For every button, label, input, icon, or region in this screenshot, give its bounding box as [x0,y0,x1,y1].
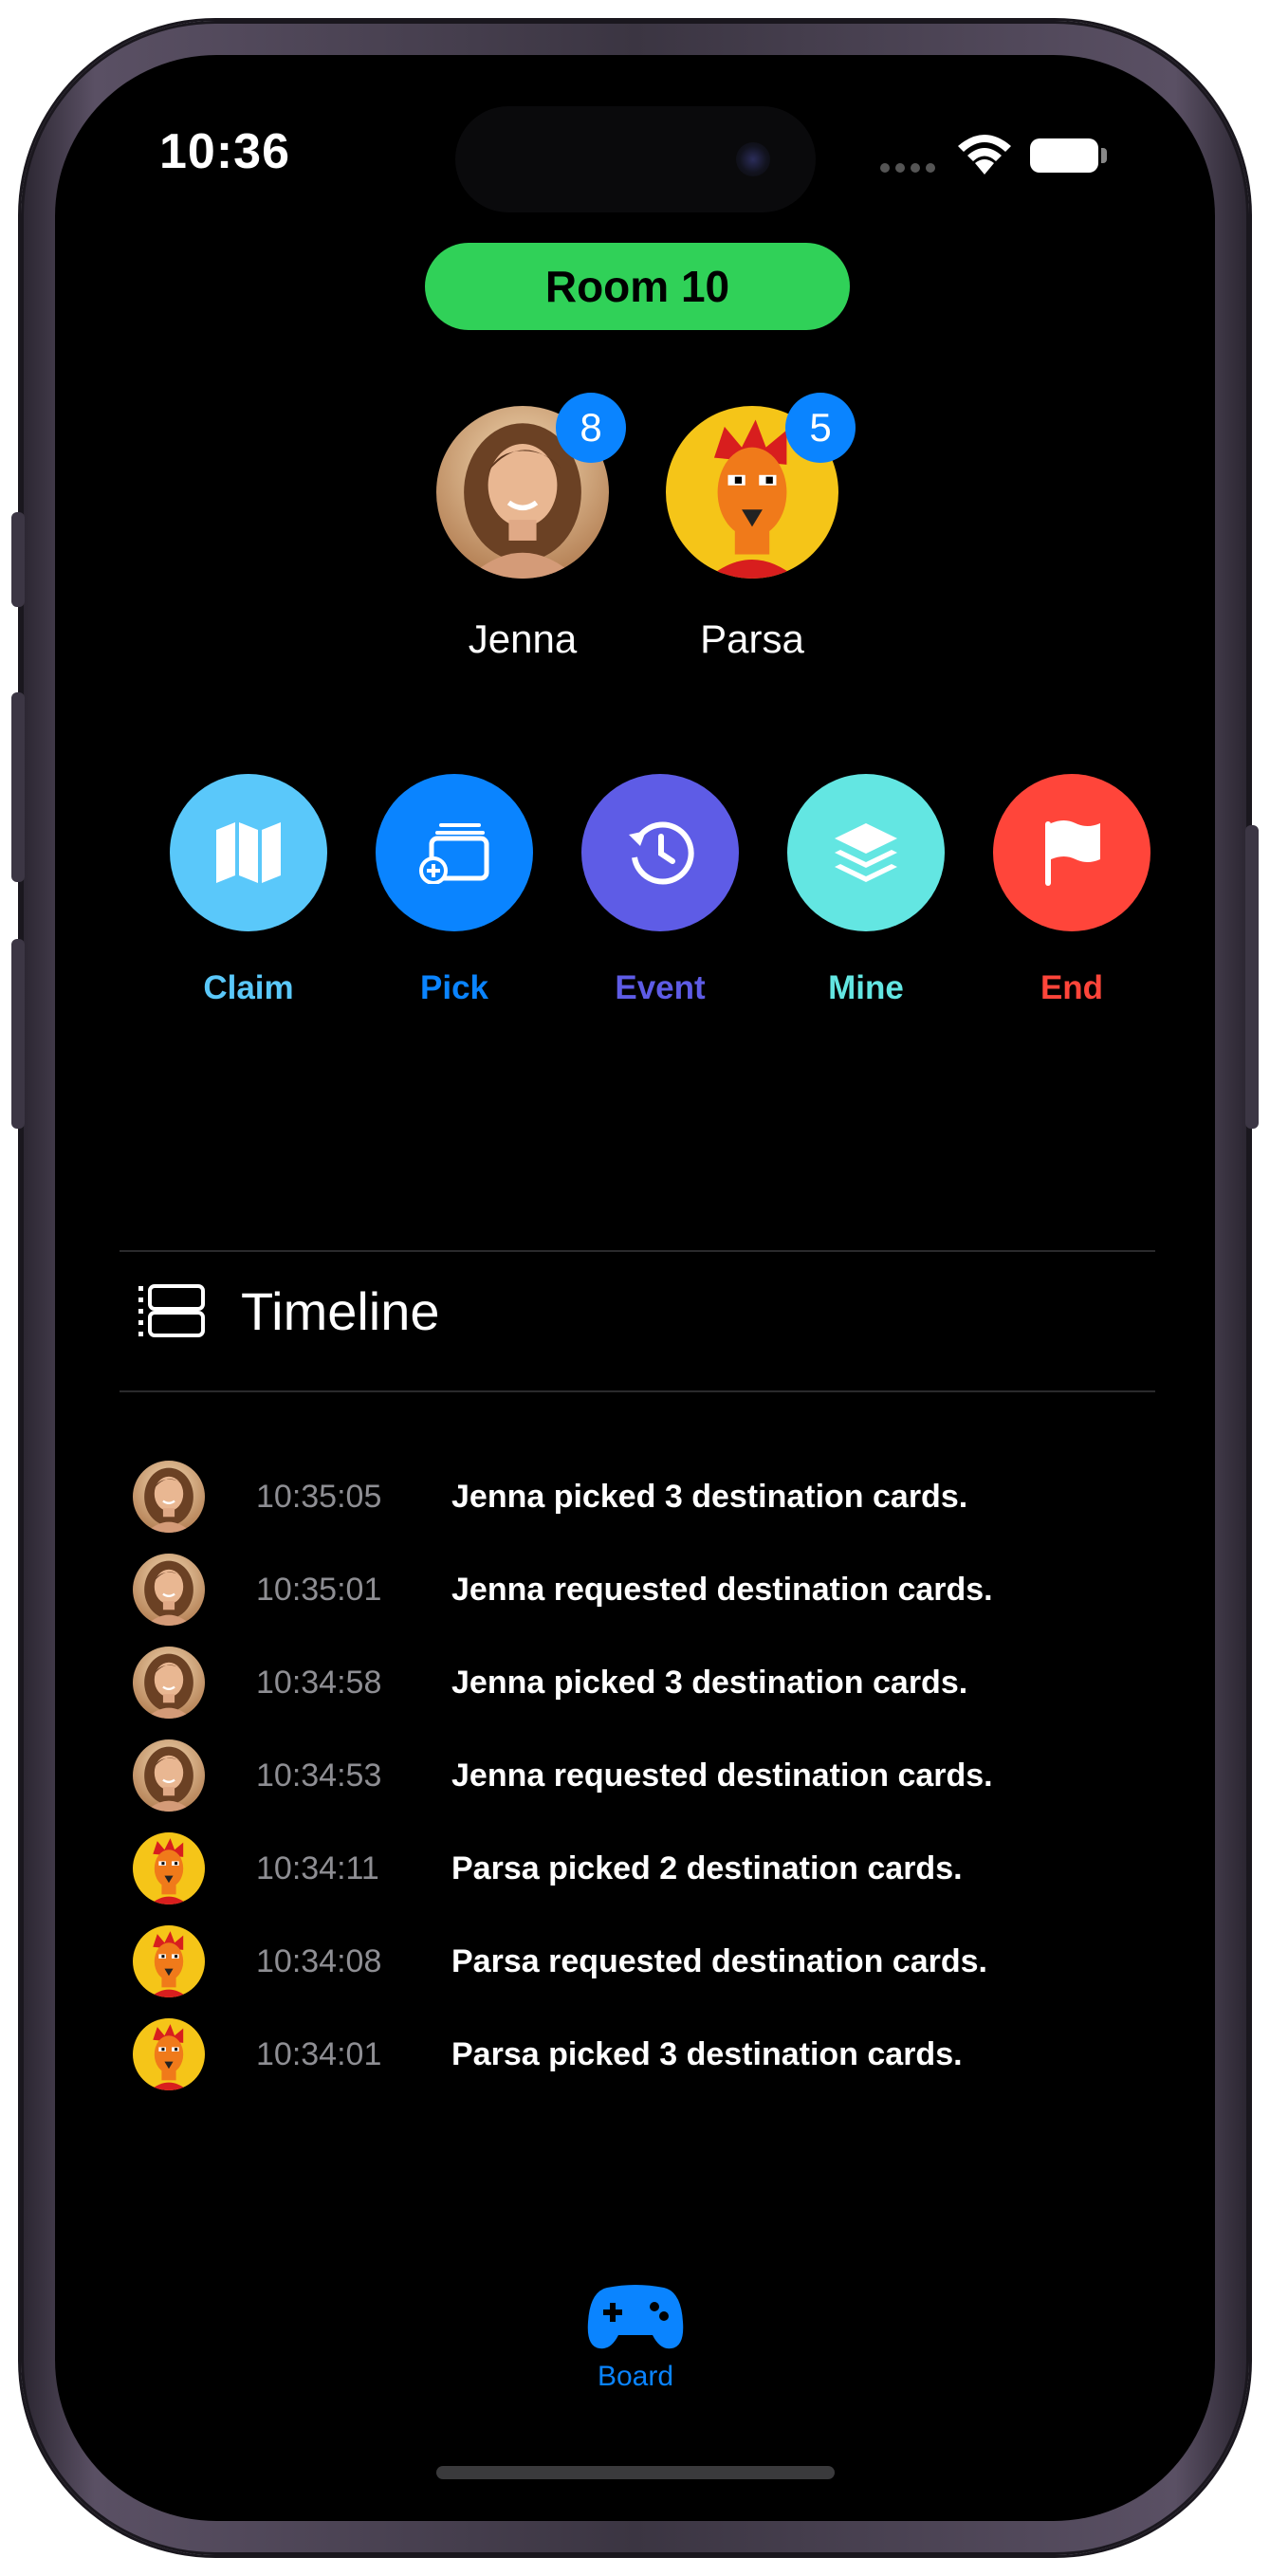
entry-time: 10:34:58 [256,1664,382,1701]
pick-button[interactable]: Pick [350,774,559,1007]
list-item: 10:34:58 Jenna picked 3 destination card… [133,1647,967,1719]
action-button [11,512,25,607]
entry-text: Parsa picked 2 destination cards. [451,1849,963,1886]
entry-time: 10:34:11 [256,1849,379,1886]
list-item: 10:34:08 Parsa requested destination car… [133,1925,987,1997]
entry-text: Jenna picked 3 destination cards. [451,1478,968,1515]
action-label: Event [615,969,706,1006]
count-badge: 5 [785,393,856,463]
avatar: 5 [666,393,856,579]
action-circle [993,774,1150,931]
action-label: Pick [420,969,488,1006]
entry-text: Parsa requested destination cards. [451,1942,987,1979]
gamecontroller-icon [587,2285,684,2349]
avatar [133,1925,205,1997]
battery-cap [1101,148,1107,163]
divider [120,1390,1155,1392]
list-item: 10:34:11 Parsa picked 2 destination card… [133,1832,963,1904]
volume-up-button [11,692,25,882]
avatar [133,2018,205,2090]
player-parsa[interactable]: 5 Parsa [657,393,856,662]
entry-text: Jenna requested destination cards. [451,1757,993,1794]
avatar [133,1739,205,1812]
cards-add-icon [419,823,489,884]
list-item: 10:34:01 Parsa picked 3 destination card… [133,2018,963,2090]
count-badge: 8 [556,393,626,463]
player-jenna[interactable]: 8 Jenna [428,393,626,662]
timeline-header: Timeline [137,1280,440,1342]
home-indicator[interactable] [436,2466,835,2479]
list-item: 10:35:05 Jenna picked 3 destination card… [133,1461,967,1533]
action-label: Mine [828,969,904,1006]
action-circle [170,774,327,931]
avatar [133,1832,205,1904]
map-icon [216,822,281,883]
entry-text: Jenna picked 3 destination cards. [451,1664,968,1701]
entry-time: 10:34:01 [256,2035,382,2072]
entry-time: 10:35:05 [256,1478,382,1515]
player-name: Jenna [468,616,578,661]
event-button[interactable]: Event [556,774,764,1007]
timeline-title: Timeline [241,1281,440,1341]
action-label: Claim [203,969,294,1006]
avatar [133,1554,205,1626]
action-circle [376,774,533,931]
entry-text: Parsa picked 3 destination cards. [451,2035,963,2072]
cellular-signal-icon [880,163,935,173]
action-label: End [1040,969,1104,1006]
avatar [133,1647,205,1719]
player-name: Parsa [700,616,804,661]
timeline-icon [138,1283,205,1337]
action-circle [581,774,739,931]
entry-text: Jenna requested destination cards. [451,1571,993,1608]
power-button [1245,825,1259,1129]
avatar [133,1461,205,1533]
mine-button[interactable]: Mine [762,774,970,1007]
wifi-icon [958,135,1011,175]
flag-icon [1045,820,1100,886]
status-time: 10:36 [159,124,290,179]
end-button[interactable]: End [967,774,1176,1007]
volume-down-button [11,939,25,1129]
layers-icon [835,823,897,882]
action-circle [787,774,945,931]
tab-label: Board [597,2361,674,2392]
tab-board[interactable]: Board [579,2284,692,2393]
front-camera [736,142,770,176]
avatar: 8 [436,393,626,579]
entry-time: 10:34:08 [256,1942,382,1979]
battery-icon [1030,138,1098,173]
claim-button[interactable]: Claim [144,774,353,1007]
room-label[interactable]: Room 10 [425,243,850,330]
divider [120,1250,1155,1252]
entry-time: 10:34:53 [256,1757,382,1794]
list-item: 10:34:53 Jenna requested destination car… [133,1739,993,1812]
history-icon [629,821,694,885]
entry-time: 10:35:01 [256,1571,382,1608]
list-item: 10:35:01 Jenna requested destination car… [133,1554,993,1626]
